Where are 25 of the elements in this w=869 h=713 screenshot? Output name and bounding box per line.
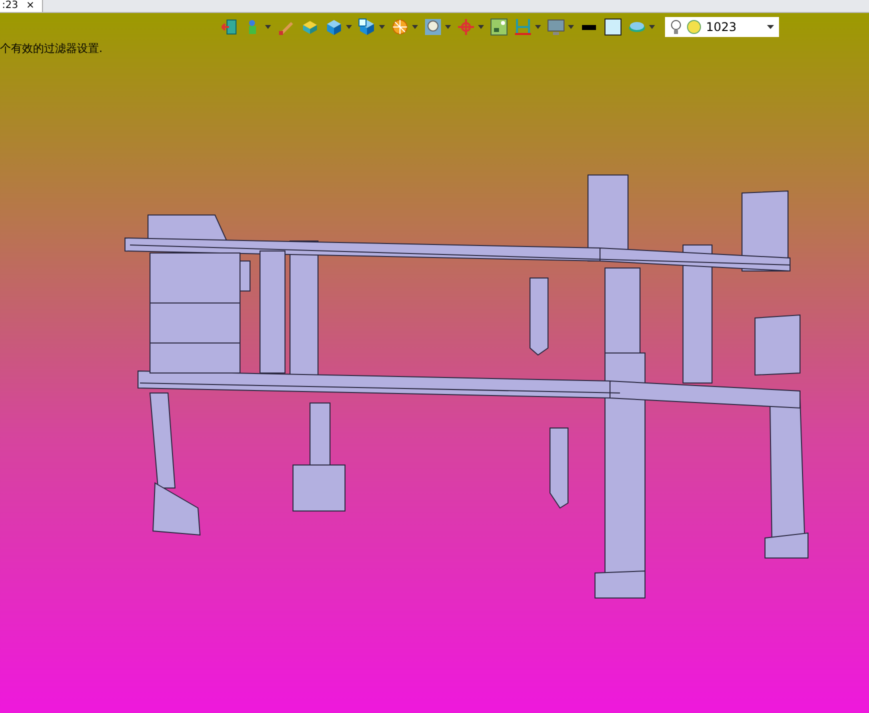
pie-icon[interactable] <box>391 18 409 36</box>
caret-icon[interactable] <box>412 25 418 29</box>
caret-icon[interactable] <box>649 25 655 29</box>
caret-icon[interactable] <box>379 25 385 29</box>
caret-icon[interactable] <box>346 25 352 29</box>
exit-icon[interactable] <box>220 18 238 36</box>
caret-icon[interactable] <box>265 25 271 29</box>
layer-dropdown[interactable]: 1023 <box>665 17 779 37</box>
caret-icon[interactable] <box>478 25 484 29</box>
sun-icon <box>686 19 702 35</box>
monitor-icon[interactable] <box>547 18 565 36</box>
light-bulb-icon <box>670 19 682 35</box>
box-icon[interactable] <box>301 18 319 36</box>
status-message: 个有效的过滤器设置. <box>0 41 102 55</box>
3d-viewport[interactable]: 1023 个有效的过滤器设置. <box>0 13 869 713</box>
layer-value: 1023 <box>706 20 738 34</box>
caret-icon[interactable] <box>568 25 574 29</box>
caret-icon[interactable] <box>535 25 541 29</box>
cube-view-icon[interactable] <box>358 18 376 36</box>
document-tab[interactable]: :23 × <box>0 0 44 12</box>
fill-color-icon[interactable] <box>604 18 622 36</box>
cube-icon[interactable] <box>325 18 343 36</box>
close-icon[interactable]: × <box>26 0 34 12</box>
caret-icon[interactable] <box>445 25 451 29</box>
dropdown-caret-icon[interactable] <box>767 25 774 29</box>
